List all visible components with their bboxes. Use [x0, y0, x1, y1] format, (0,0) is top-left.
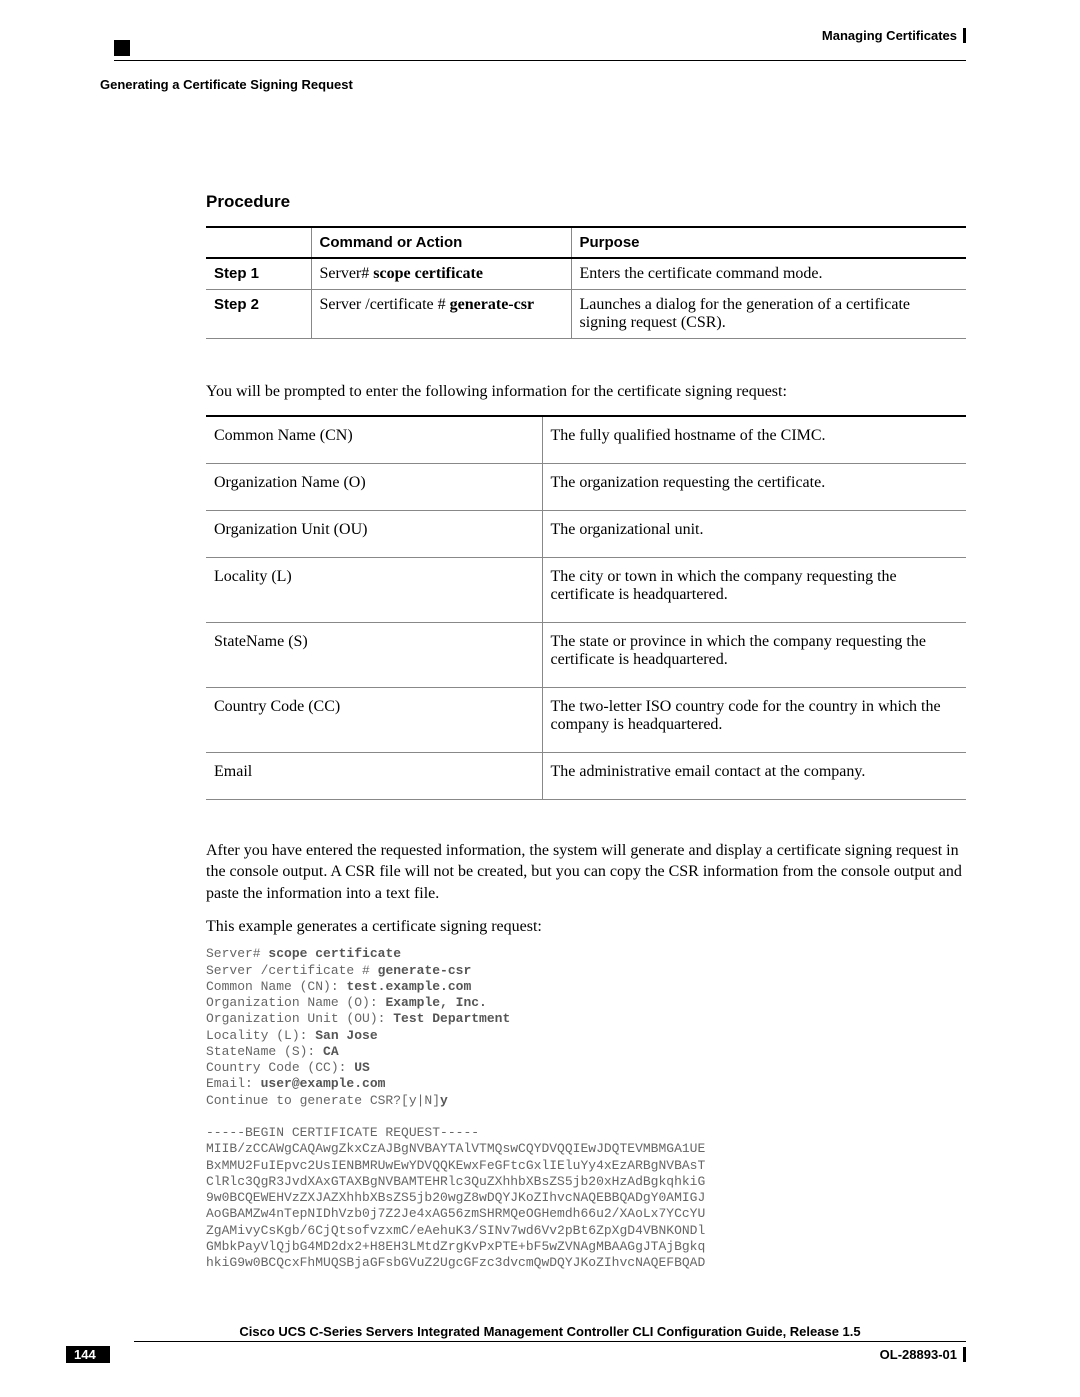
fields-table: Common Name (CN)The fully qualified host…	[206, 415, 966, 800]
page-footer: Cisco UCS C-Series Servers Integrated Ma…	[114, 1324, 966, 1363]
doc-id: OL-28893-01	[880, 1347, 966, 1362]
header-rule	[114, 60, 966, 61]
purpose-cell: Launches a dialog for the generation of …	[571, 290, 966, 339]
step-label: Step 2	[214, 296, 259, 313]
table-row: Step 2 Server /certificate # generate-cs…	[206, 290, 966, 339]
table-row: Step 1 Server# scope certificate Enters …	[206, 258, 966, 290]
table-row: StateName (S)The state or province in wh…	[206, 622, 966, 687]
prompt-paragraph: You will be prompted to enter the follow…	[206, 381, 966, 403]
table-row: Locality (L)The city or town in which th…	[206, 557, 966, 622]
table-row: Country Code (CC)The two-letter ISO coun…	[206, 687, 966, 752]
field-name: StateName (S)	[206, 622, 542, 687]
field-name: Locality (L)	[206, 557, 542, 622]
header-section: Generating a Certificate Signing Request	[100, 63, 966, 92]
proc-th-purpose: Purpose	[571, 227, 966, 258]
field-name: Organization Unit (OU)	[206, 510, 542, 557]
proc-th-blank	[206, 227, 311, 258]
field-name: Organization Name (O)	[206, 463, 542, 510]
table-row: EmailThe administrative email contact at…	[206, 752, 966, 799]
cmd-prefix: Server#	[320, 265, 374, 282]
cmd-prefix: Server /certificate #	[320, 296, 450, 313]
step-label: Step 1	[214, 265, 259, 282]
table-row: Common Name (CN)The fully qualified host…	[206, 416, 966, 464]
field-desc: The city or town in which the company re…	[542, 557, 966, 622]
field-name: Email	[206, 752, 542, 799]
field-desc: The fully qualified hostname of the CIMC…	[542, 416, 966, 464]
field-desc: The state or province in which the compa…	[542, 622, 966, 687]
field-desc: The administrative email contact at the …	[542, 752, 966, 799]
field-desc: The organizational unit.	[542, 510, 966, 557]
procedure-table: Command or Action Purpose Step 1 Server#…	[206, 226, 966, 339]
cmd-bold: scope certificate	[373, 265, 483, 282]
footer-doc-title: Cisco UCS C-Series Servers Integrated Ma…	[134, 1324, 966, 1342]
field-desc: The organization requesting the certific…	[542, 463, 966, 510]
example-paragraph: This example generates a certificate sig…	[206, 918, 966, 936]
field-name: Country Code (CC)	[206, 687, 542, 752]
after-paragraph: After you have entered the requested inf…	[206, 840, 966, 905]
code-example: Server# scope certificate Server /certif…	[206, 946, 966, 1271]
procedure-heading: Procedure	[206, 192, 966, 212]
field-desc: The two-letter ISO country code for the …	[542, 687, 966, 752]
cmd-bold: generate-csr	[450, 296, 534, 313]
table-row: Organization Name (O)The organization re…	[206, 463, 966, 510]
field-name: Common Name (CN)	[206, 416, 542, 464]
purpose-cell: Enters the certificate command mode.	[571, 258, 966, 290]
table-row: Organization Unit (OU)The organizational…	[206, 510, 966, 557]
page-number: 144	[66, 1346, 110, 1363]
header-chapter: Managing Certificates	[822, 28, 966, 43]
proc-th-command: Command or Action	[311, 227, 571, 258]
header-marker-icon	[114, 40, 130, 56]
